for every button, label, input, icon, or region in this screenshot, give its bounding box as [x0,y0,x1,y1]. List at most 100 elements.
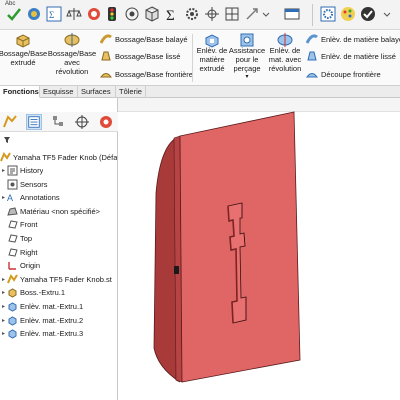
tree-item-annotations[interactable]: ▸ A Annotations [0,191,118,204]
expand-arrow-icon[interactable]: ▸ [0,303,7,310]
tab-tolerie[interactable]: Tôlerie [116,86,146,98]
tree-item-label: Origin [20,261,41,271]
expand-arrow-icon[interactable]: ▸ [0,289,7,296]
property-manager-tab-icon[interactable] [26,114,42,130]
dropdown-icon[interactable] [262,6,270,22]
revolve-boss-icon [64,33,80,47]
panel-toolbar [0,112,118,132]
history-icon [7,165,18,176]
tree-item-plane[interactable]: Front [0,218,118,231]
move-icon[interactable] [244,6,260,22]
tree-item-label: Enlèv. mat.-Extru.1 [20,302,84,311]
tree-item-label: Enlèv. mat.-Extru.2 [20,315,84,325]
gear-wheel-icon[interactable] [184,6,200,22]
traffic-light-icon[interactable] [104,6,120,22]
expand-arrow-icon[interactable]: ▸ [0,317,7,324]
tree-item-label: Enlèv. mat.-Extru.3 [20,329,84,339]
ribbon-icon[interactable] [284,6,300,22]
tree-filter[interactable] [0,134,118,144]
configuration-manager-tab-icon[interactable] [50,114,66,130]
extrude-cut-button[interactable]: Enlèv. de matière extrudé [194,34,230,73]
revolve-cut-button[interactable]: Enlèv. de mat. avec révolution [264,33,306,73]
expand-arrow-icon[interactable]: ▸ [0,194,7,201]
revolve-boss-label: Bossage/Base avec révolution [47,49,97,76]
model-notch [174,266,179,274]
revolve-boss-button[interactable]: Bossage/Base avec révolution [48,32,96,76]
extrude-boss-icon [16,34,30,48]
lofted-boss-button[interactable]: Bossage/Base lissé [100,50,180,62]
sigma-icon[interactable]: Σ [164,6,180,22]
check-icon[interactable] [360,6,376,22]
tree-root-part[interactable]: Yamaha TF5 Fader Knob (Défa [0,151,118,164]
boundary-boss-button[interactable]: Bossage/Base frontière [100,68,193,80]
palette-icon[interactable] [340,6,356,22]
cut-icon [7,315,18,326]
svg-text:A: A [7,193,13,203]
cut-icon [7,301,18,312]
boundary-cut-label: Découpe frontière [321,69,381,79]
tree-item-part[interactable]: ▸ Yamaha TF5 Fader Knob.st [0,273,118,286]
swept-cut-button[interactable]: Enlèv. de matière balayé [306,33,400,45]
strip-separator [312,4,313,26]
gear-icon[interactable] [320,6,336,22]
part-icon [0,152,11,163]
tree-item-label: Top [20,234,33,243]
tree-item-history[interactable]: ▸ History [0,164,118,177]
tree-item-label: Annotations [20,193,60,203]
spell-check-icon[interactable] [6,6,22,22]
balance-icon[interactable] [66,6,82,22]
tab-esquisse[interactable]: Esquisse [40,86,78,98]
extrude-boss-button[interactable]: Bossage/Base extrudé [0,32,47,67]
tree-item-cut[interactable]: ▸ Enlèv. mat.-Extru.1 [0,300,118,313]
hole-icon [240,33,254,47]
swept-boss-button[interactable]: Bossage/Base balayé [100,33,188,45]
swept-cut-icon [306,34,318,44]
model-3d-view[interactable] [118,98,400,400]
expand-arrow-icon[interactable]: ▸ [0,167,7,174]
tree-item-plane[interactable]: Top [0,232,118,245]
tree-item-material[interactable]: Matériau <non spécifié> [0,205,118,218]
feature-ribbon: Bossage/Base extrudé Bossage/Base avec r… [0,30,400,86]
svg-text:Σ: Σ [49,10,54,20]
command-strip: Abc Σ Σ [0,0,400,30]
color-icon[interactable] [86,6,102,22]
tab-fonctions[interactable]: Fonctions [0,86,40,98]
chevron-down-icon[interactable]: ▾ [245,73,248,82]
lofted-cut-button[interactable]: Enlèv. de matière lissé [306,50,396,62]
grid-icon[interactable] [224,6,240,22]
display-manager-tab-icon[interactable] [98,114,114,130]
dropdown-icon-2[interactable] [382,6,392,22]
extrude-cut-icon [205,34,219,48]
cube-icon[interactable] [144,6,160,22]
revolve-cut-icon [277,33,293,47]
cut-icon [7,328,18,339]
dimxpert-tab-icon[interactable] [74,114,90,130]
tree-root-label: Yamaha TF5 Fader Knob (Défa [13,153,118,162]
material-icon [7,206,18,217]
tree-item-origin[interactable]: Origin [0,259,118,272]
hole-wizard-button[interactable]: Assistance pour le perçage ▾ [228,33,266,82]
equation-icon[interactable]: Σ [46,6,62,22]
expand-arrow-icon[interactable]: ▸ [0,330,7,337]
swept-boss-icon [100,34,112,44]
tree-item-label: Matériau <non spécifié> [20,206,101,216]
tab-surfaces[interactable]: Surfaces [78,86,116,98]
origin-icon [7,260,18,271]
crosshair-icon[interactable] [204,6,220,22]
graphics-viewport[interactable] [118,98,400,400]
feature-manager-tab-icon[interactable] [2,114,18,130]
tree-item-cut[interactable]: ▸ Enlèv. mat.-Extru.2 [0,314,118,327]
tree-item-label: Sensors [20,179,48,189]
swept-cut-label: Enlèv. de matière balayé [321,34,400,44]
hole-wizard-icon[interactable] [26,6,42,22]
target-icon[interactable] [124,6,140,22]
lofted-boss-icon [101,51,111,61]
expand-arrow-icon[interactable]: ▸ [0,276,7,283]
tree-item-plane[interactable]: Right [0,246,118,259]
tree-item-cut[interactable]: ▸ Enlèv. mat.-Extru.3 [0,327,118,340]
tree-item-sensor[interactable]: Sensors [0,178,118,191]
boundary-cut-button[interactable]: Découpe frontière [306,68,381,80]
boundary-boss-icon [100,73,112,78]
part-icon [7,273,18,285]
tree-item-extrude[interactable]: ▸ Boss.-Extru.1 [0,286,118,299]
